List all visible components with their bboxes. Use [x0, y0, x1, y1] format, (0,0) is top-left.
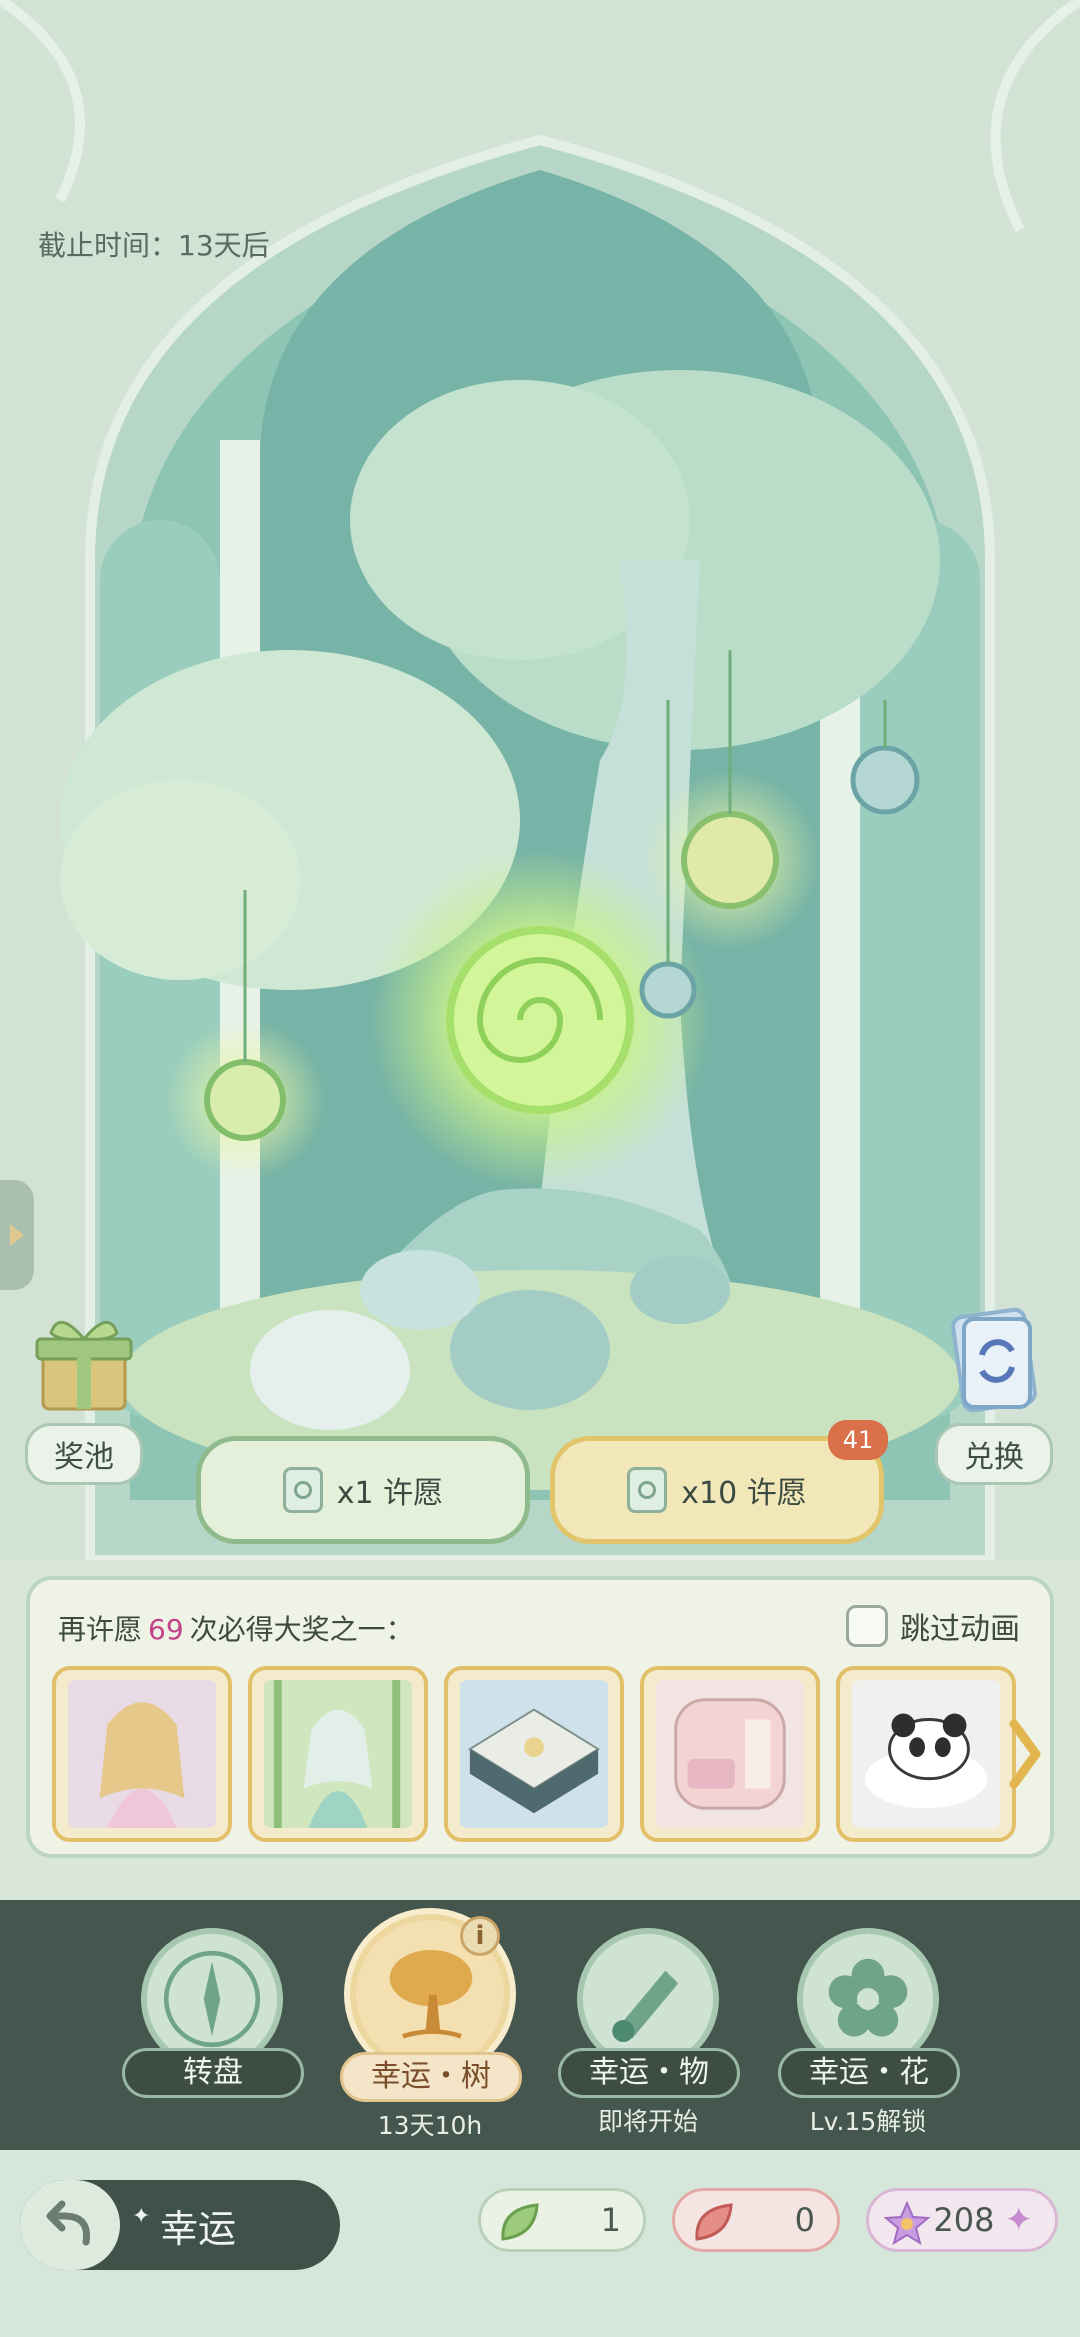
exchange-card-icon	[944, 1305, 1044, 1415]
mode-tab-lucky-tree[interactable]: i 幸运・树 13天10h	[340, 1914, 522, 2142]
info-icon[interactable]: i	[460, 1916, 500, 1956]
mode-switcher-bar: 转盘 i 幸运・树 13天10h 幸运・物 即将开始 幸运・花 Lv.15解锁	[0, 1900, 1080, 2150]
pavilion-image	[460, 1680, 608, 1828]
prize-item-garden-pavilion[interactable]	[444, 1666, 624, 1842]
back-button[interactable]: ✦ 幸运	[20, 2180, 340, 2270]
grand-prize-list	[52, 1666, 1022, 1846]
mode-tab-lucky-item[interactable]: 幸运・物 即将开始	[558, 1928, 740, 2138]
panda-image	[852, 1680, 1000, 1828]
add-icon[interactable]: ✦	[1005, 2200, 1034, 2240]
red-leaf-counter[interactable]: 0	[672, 2188, 840, 2252]
guarantee-prompt: 再许愿 69 次必得大奖之一：	[58, 1608, 414, 1648]
green-leaf-value: 1	[600, 2201, 621, 2239]
prize-item-fairy-bamboo-outfit[interactable]	[248, 1666, 428, 1842]
guarantee-panel: 再许愿 69 次必得大奖之一： 跳过动画	[26, 1576, 1054, 1858]
mode-tab-label: 幸运・树	[340, 2052, 522, 2102]
wish-x1-label: x1 许愿	[336, 1476, 444, 1511]
mode-tab-lucky-flower[interactable]: 幸运・花 Lv.15解锁	[778, 1928, 960, 2138]
prize-item-panda-cloud-cushion[interactable]	[836, 1666, 1016, 1842]
exchange-label: 兑换	[935, 1423, 1053, 1485]
prize-item-pink-princess-outfit[interactable]	[52, 1666, 232, 1842]
purple-star-icon	[883, 2200, 931, 2246]
purple-star-value: 208	[933, 2201, 995, 2239]
prize-pool-button[interactable]: 奖池	[24, 1305, 144, 1485]
golden-tree-icon: i	[350, 1914, 510, 2074]
page-title: 幸运	[160, 2206, 237, 2251]
wish-ticket-icon	[627, 1467, 668, 1513]
pink-room-image	[656, 1680, 804, 1828]
guarantee-prefix: 再许愿	[58, 1613, 143, 1646]
side-drawer-handle[interactable]	[0, 1180, 34, 1290]
guarantee-suffix: 次必得大奖之一：	[189, 1613, 414, 1646]
red-leaf-icon	[695, 2203, 733, 2241]
wish-x1-button[interactable]: x1 许愿	[196, 1436, 530, 1544]
skip-animation-label: 跳过动画	[900, 1612, 1020, 1647]
mode-tab-label: 转盘	[122, 2048, 304, 2098]
mode-tab-wheel[interactable]: 转盘	[122, 1928, 304, 2102]
skip-animation-toggle[interactable]: 跳过动画	[846, 1604, 1020, 1648]
prize-pool-label: 奖池	[25, 1423, 143, 1485]
wish-ticket-icon	[282, 1467, 323, 1513]
wish-x10-badge: 41	[828, 1420, 888, 1460]
deadline-text: 截止时间：13天后	[38, 229, 270, 262]
green-leaf-icon	[501, 2203, 539, 2241]
mode-tab-label: 幸运・花	[778, 2048, 960, 2098]
green-leaf-counter[interactable]: 1	[478, 2188, 646, 2252]
exchange-button[interactable]: 兑换	[934, 1305, 1054, 1485]
mode-tab-sub: Lv.15解锁	[809, 2107, 927, 2136]
fairy-portrait-image	[264, 1680, 412, 1828]
purple-star-counter[interactable]: 208 ✦	[866, 2188, 1058, 2252]
wish-x10-label: x10 许愿	[681, 1476, 807, 1511]
skip-animation-checkbox[interactable]	[846, 1605, 888, 1647]
back-arrow-icon	[20, 2180, 120, 2270]
guarantee-count: 69	[148, 1613, 184, 1646]
prize-item-pink-room-furniture[interactable]	[640, 1666, 820, 1842]
princess-portrait-image	[68, 1680, 216, 1828]
gift-box-icon	[29, 1305, 139, 1415]
bottom-nav: ✦ 幸运 1 0 208 ✦	[0, 2150, 1080, 2337]
chevron-right-icon[interactable]	[1006, 1704, 1044, 1804]
mode-tab-label: 幸运・物	[558, 2048, 740, 2098]
mode-tab-sub: 即将开始	[597, 2107, 698, 2136]
sparkle-icon: ✦	[132, 2204, 151, 2229]
red-leaf-value: 0	[794, 2201, 815, 2239]
mode-tab-sub: 13天10h	[377, 2111, 483, 2140]
